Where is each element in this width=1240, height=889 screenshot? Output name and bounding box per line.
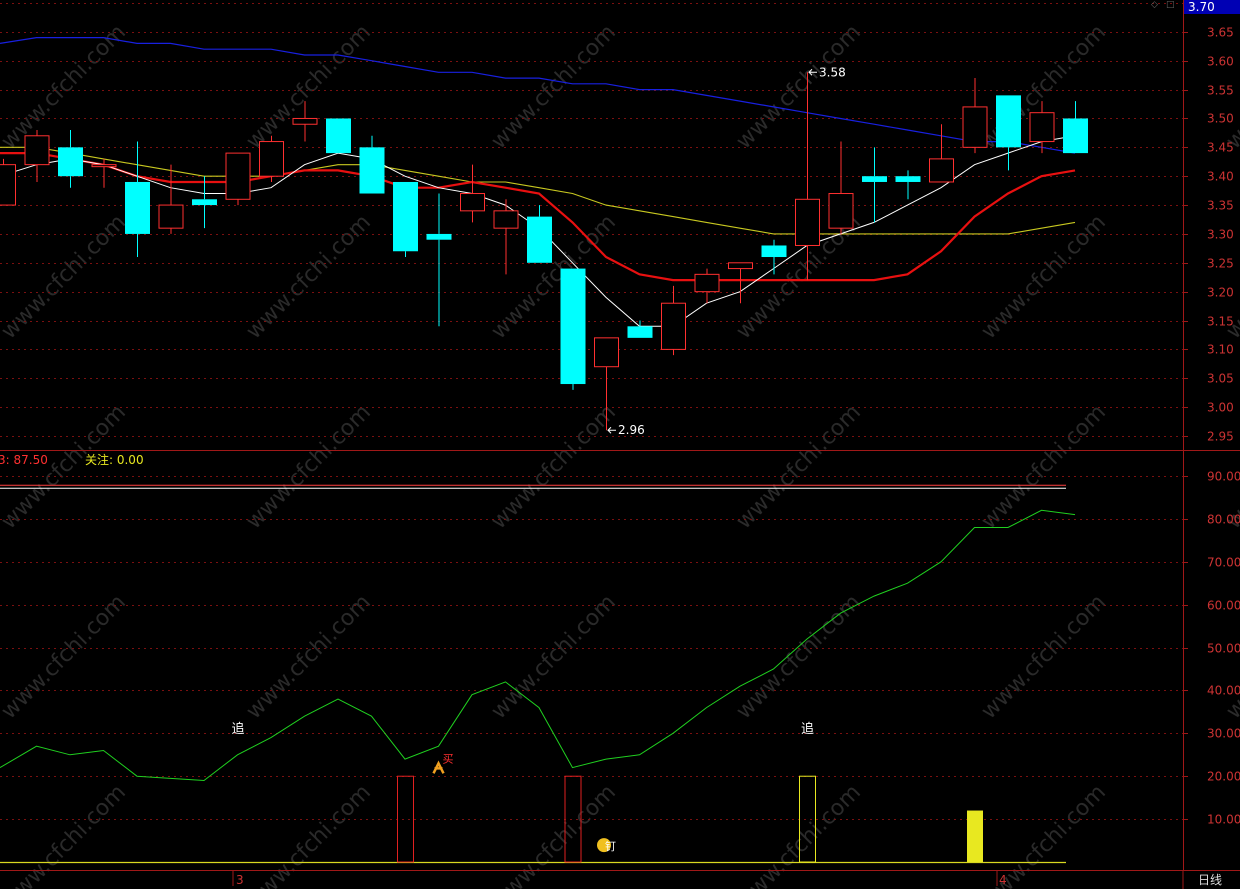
price-tick-label: 3.30 <box>1207 228 1234 242</box>
price-tick-label: 3.25 <box>1207 257 1234 271</box>
price-tick-label: 2.95 <box>1207 430 1234 444</box>
candle-down <box>393 181 418 258</box>
candle-body <box>828 193 854 229</box>
buy-signal-label: 买 <box>443 752 454 765</box>
candle-body <box>929 158 954 183</box>
candle-body <box>393 181 418 252</box>
price-tick-label: 3.60 <box>1207 55 1234 69</box>
candle-body <box>259 141 284 177</box>
price-tick-label: 3.45 <box>1207 141 1234 155</box>
indicator-tick-label: 10.00 <box>1207 813 1240 827</box>
candle-body <box>795 198 820 246</box>
chase-signal-label: 追 <box>801 721 814 737</box>
diamond-icon[interactable]: ◇ <box>1151 0 1158 10</box>
candle-body <box>1029 112 1055 143</box>
candle-body <box>594 337 619 368</box>
candle-body <box>426 233 452 240</box>
candle-body <box>192 199 217 206</box>
candle-body <box>1063 118 1088 154</box>
value-label: 3: 87.50 <box>0 453 48 467</box>
candle-body <box>292 117 318 125</box>
candle-body <box>862 176 887 182</box>
indicator-tick-label: 70.00 <box>1207 556 1240 570</box>
candle-body <box>58 147 83 177</box>
month-label-4: 4 <box>999 873 1007 887</box>
candle-down <box>560 268 586 390</box>
candle-body <box>560 268 586 385</box>
chase-signal-label: 追 <box>232 721 245 737</box>
candle-body <box>728 262 753 270</box>
candle-up <box>225 152 251 206</box>
chart-canvas[interactable]: www.cfchi.com www.cfchi.com www.cfchi.com w… <box>0 0 1240 889</box>
focus-label: 关注: 0.00 <box>85 452 144 467</box>
candle-up <box>0 158 16 206</box>
candle-body <box>24 135 50 166</box>
candle-body <box>0 164 16 206</box>
candle-body <box>527 216 552 263</box>
candle-body <box>125 181 150 234</box>
candle-body <box>962 106 988 148</box>
price-tick-label: 3.05 <box>1207 372 1234 386</box>
candle-body <box>460 193 485 212</box>
indicator-tick-label: 60.00 <box>1207 599 1240 613</box>
candle-body <box>493 210 519 229</box>
price-tick-label: 3.10 <box>1207 343 1234 357</box>
indicator-tick-label: 50.00 <box>1207 642 1240 656</box>
indicator-tick-label: 30.00 <box>1207 727 1240 741</box>
candle-down <box>326 118 351 154</box>
price-tick-label: 3.00 <box>1207 401 1234 415</box>
price-badge-text: 3.70 <box>1188 0 1215 14</box>
indicator-tick-label: 90.00 <box>1207 470 1240 484</box>
candle-body <box>627 326 653 338</box>
month-label-3: 3 <box>236 873 244 887</box>
price-tick-label: 3.20 <box>1207 286 1234 300</box>
window-icon[interactable]: □ <box>1166 0 1175 10</box>
candle-body <box>359 147 385 194</box>
candle-body <box>158 204 184 229</box>
indicator-tick-label: 80.00 <box>1207 513 1240 527</box>
indicator-tick-label: 40.00 <box>1207 684 1240 698</box>
period-label[interactable]: 日线 <box>1198 873 1222 887</box>
candle-up <box>259 135 284 182</box>
nail-signal-label: 钉 <box>605 840 616 853</box>
candle-body <box>91 164 117 168</box>
signal-bar-filled <box>967 810 983 862</box>
candle-body <box>326 118 351 154</box>
price-badge: 3.70 <box>1184 0 1240 14</box>
candle-body <box>996 95 1021 148</box>
price-tick-label: 3.65 <box>1207 26 1234 40</box>
price-tick-label: 3.40 <box>1207 170 1234 184</box>
candle-body <box>225 152 251 200</box>
candle-body <box>895 176 921 182</box>
annotation-label: 2.96 <box>618 423 645 437</box>
price-tick-label: 3.15 <box>1207 315 1234 329</box>
price-tick-label: 3.50 <box>1207 112 1234 126</box>
candle-body <box>694 273 720 293</box>
price-tick-label: 3.35 <box>1207 199 1234 213</box>
annotation-label: 3.58 <box>819 65 846 79</box>
price-tick-label: 3.55 <box>1207 84 1234 98</box>
candle-body <box>761 245 787 258</box>
indicator-tick-label: 20.00 <box>1207 770 1240 784</box>
candle-body <box>661 302 686 350</box>
